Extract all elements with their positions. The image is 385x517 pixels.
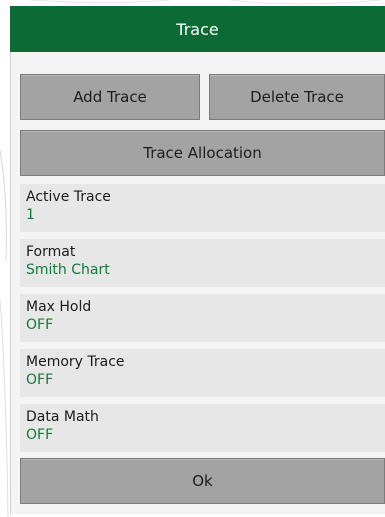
format-value: Smith Chart <box>26 262 110 278</box>
active-trace-label: Active Trace <box>26 189 111 205</box>
delete-trace-button[interactable]: Delete Trace <box>209 74 385 120</box>
format-setting[interactable]: Format Smith Chart <box>20 239 385 287</box>
active-trace-setting[interactable]: Active Trace 1 <box>20 184 385 232</box>
max-hold-value: OFF <box>26 317 54 333</box>
max-hold-setting[interactable]: Max Hold OFF <box>20 294 385 342</box>
memory-trace-setting[interactable]: Memory Trace OFF <box>20 349 385 397</box>
ok-button[interactable]: Ok <box>20 458 385 504</box>
max-hold-label: Max Hold <box>26 299 92 315</box>
memory-trace-value: OFF <box>26 372 54 388</box>
data-math-label: Data Math <box>26 409 99 425</box>
memory-trace-label: Memory Trace <box>26 354 125 370</box>
format-label: Format <box>26 244 76 260</box>
trace-allocation-button[interactable]: Trace Allocation <box>20 130 385 176</box>
data-math-setting[interactable]: Data Math OFF <box>20 404 385 452</box>
add-trace-button[interactable]: Add Trace <box>20 74 200 120</box>
active-trace-value: 1 <box>26 207 35 223</box>
dialog-title: Trace <box>10 6 385 52</box>
data-math-value: OFF <box>26 427 54 443</box>
